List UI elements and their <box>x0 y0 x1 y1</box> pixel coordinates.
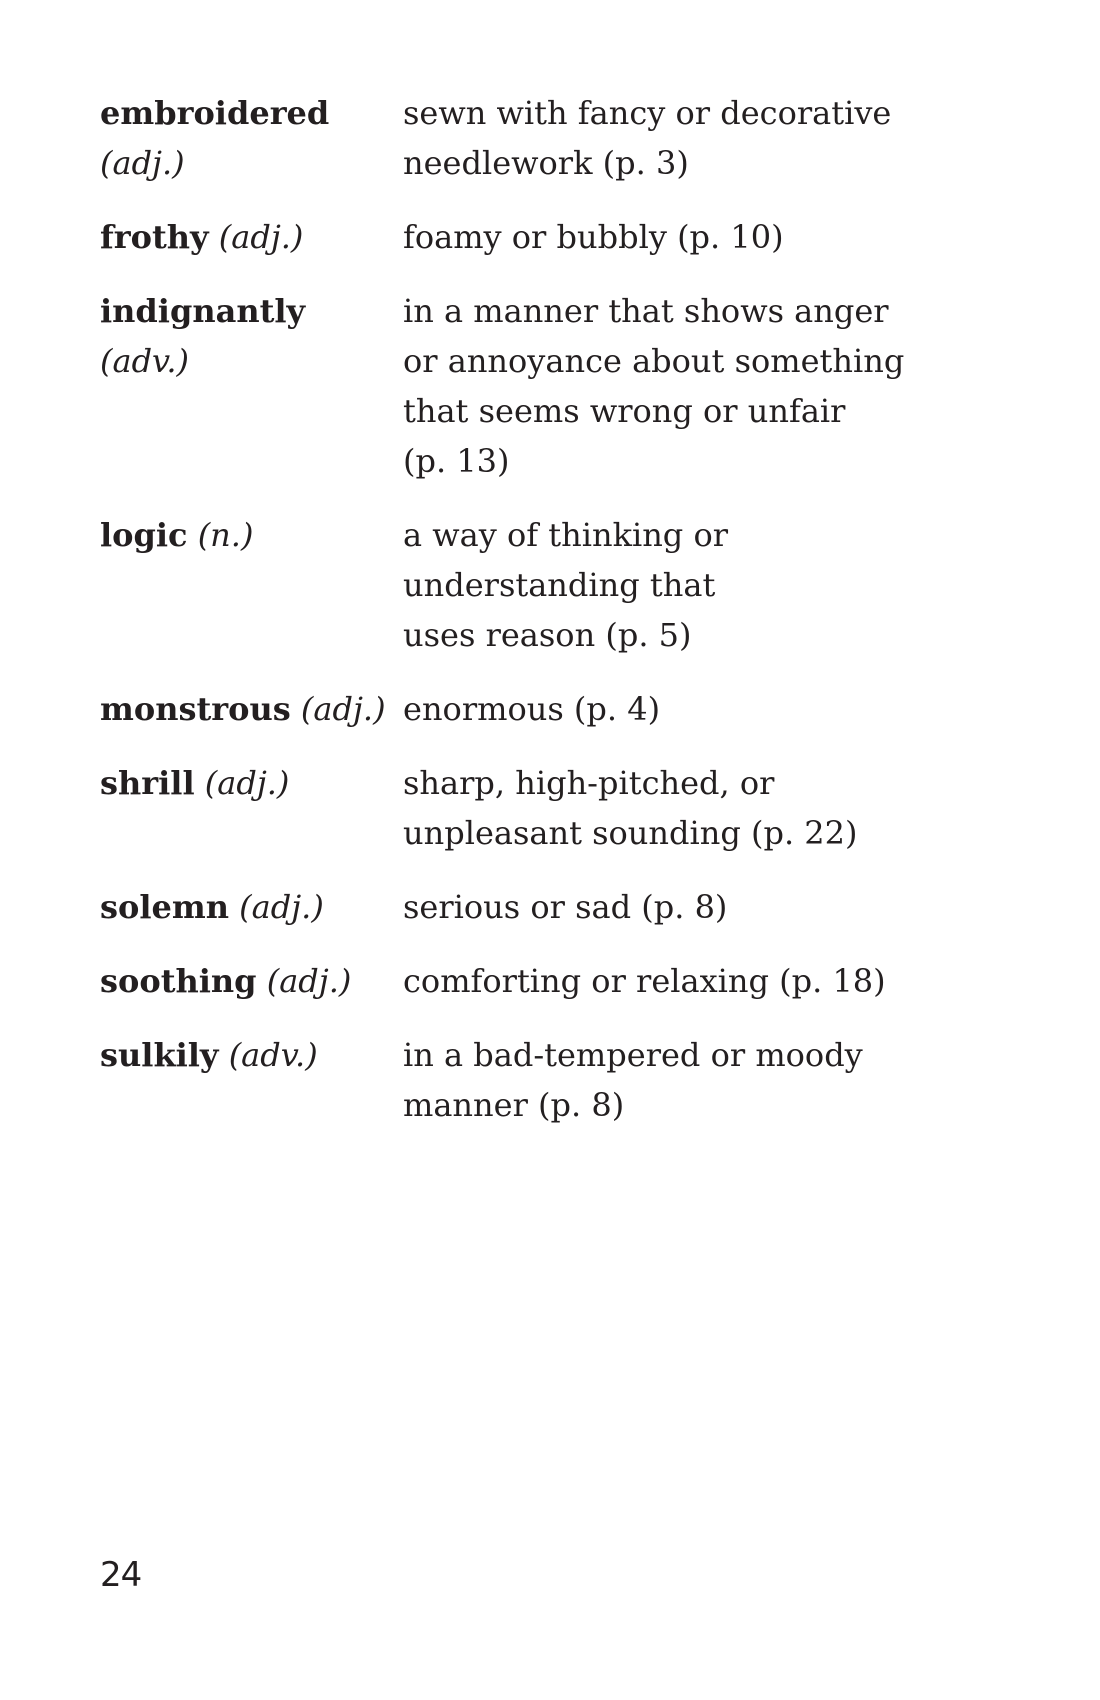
definition-line: serious or sad (p. 8) <box>403 888 728 926</box>
glossary-entry: shrill (adj.) sharp, high-pitched, or un… <box>100 758 1000 858</box>
glossary-entry: solemn (adj.) serious or sad (p. 8) <box>100 882 1000 932</box>
glossary-term: sulkily (adv.) <box>100 1030 403 1080</box>
part-of-speech: (adj.) <box>300 690 386 728</box>
glossary-term: logic (n.) <box>100 510 403 560</box>
definition-line: or annoyance about something <box>403 342 905 380</box>
definition-line: sewn with fancy or decorative <box>403 94 892 132</box>
glossary-definition: in a manner that shows anger or annoyanc… <box>403 286 1000 486</box>
term-word: sulkily <box>100 1036 219 1074</box>
glossary-entry: sulkily (adv.) in a bad-tempered or mood… <box>100 1030 1000 1130</box>
part-of-speech: (adj.) <box>100 144 185 182</box>
term-word: monstrous <box>100 690 291 728</box>
term-word: frothy <box>100 218 209 256</box>
definition-line: unpleasant sounding (p. 22) <box>403 814 858 852</box>
part-of-speech: (adj.) <box>266 962 352 1000</box>
definition-line: comforting or relaxing (p. 18) <box>403 962 886 1000</box>
glossary-entry: frothy (adj.) foamy or bubbly (p. 10) <box>100 212 1000 262</box>
term-word: solemn <box>100 888 229 926</box>
glossary-definition: comforting or relaxing (p. 18) <box>403 956 1000 1006</box>
glossary-definition: enormous (p. 4) <box>403 684 1000 734</box>
definition-line: sharp, high-pitched, or <box>403 764 775 802</box>
glossary-term: monstrous (adj.) <box>100 684 403 734</box>
part-of-speech: (adj.) <box>218 218 304 256</box>
term-word: shrill <box>100 764 195 802</box>
glossary-definition: sharp, high-pitched, or unpleasant sound… <box>403 758 1000 858</box>
glossary-term: solemn (adj.) <box>100 882 403 932</box>
page-number: 24 <box>100 1555 142 1595</box>
part-of-speech: (adv.) <box>100 342 189 380</box>
glossary-definition: a way of thinking or understanding that … <box>403 510 1000 660</box>
term-word: soothing <box>100 962 257 1000</box>
glossary-entry: indignantly (adv.) in a manner that show… <box>100 286 1000 486</box>
glossary-definition: in a bad-tempered or moody manner (p. 8) <box>403 1030 1000 1130</box>
glossary-list: embroidered (adj.) sewn with fancy or de… <box>100 88 1000 1154</box>
glossary-entry: monstrous (adj.) enormous (p. 4) <box>100 684 1000 734</box>
definition-line: understanding that <box>403 566 716 604</box>
definition-line: a way of thinking or <box>403 516 729 554</box>
glossary-definition: serious or sad (p. 8) <box>403 882 1000 932</box>
glossary-entry: embroidered (adj.) sewn with fancy or de… <box>100 88 1000 188</box>
glossary-term: embroidered (adj.) <box>100 88 403 188</box>
part-of-speech: (n.) <box>197 516 254 554</box>
part-of-speech: (adj.) <box>239 888 324 926</box>
glossary-entry: logic (n.) a way of thinking or understa… <box>100 510 1000 660</box>
part-of-speech: (adv.) <box>228 1036 318 1074</box>
part-of-speech: (adj.) <box>204 764 290 802</box>
glossary-term: indignantly (adv.) <box>100 286 403 386</box>
glossary-entry: soothing (adj.) comforting or relaxing (… <box>100 956 1000 1006</box>
glossary-term: soothing (adj.) <box>100 956 403 1006</box>
definition-line: enormous (p. 4) <box>403 690 661 728</box>
definition-line: needlework (p. 3) <box>403 144 689 182</box>
glossary-definition: sewn with fancy or decorative needlework… <box>403 88 1000 188</box>
definition-line: uses reason (p. 5) <box>403 616 692 654</box>
glossary-term: frothy (adj.) <box>100 212 403 262</box>
definition-line: in a manner that shows anger <box>403 292 889 330</box>
glossary-term: shrill (adj.) <box>100 758 403 808</box>
term-word: embroidered <box>100 94 330 132</box>
definition-line: in a bad-tempered or moody <box>403 1036 863 1074</box>
definition-line: that seems wrong or unfair <box>403 392 846 430</box>
definition-line: foamy or bubbly (p. 10) <box>403 218 784 256</box>
term-word: logic <box>100 516 188 554</box>
definition-line: (p. 13) <box>403 442 510 480</box>
glossary-definition: foamy or bubbly (p. 10) <box>403 212 1000 262</box>
definition-line: manner (p. 8) <box>403 1086 625 1124</box>
term-word: indignantly <box>100 292 306 330</box>
